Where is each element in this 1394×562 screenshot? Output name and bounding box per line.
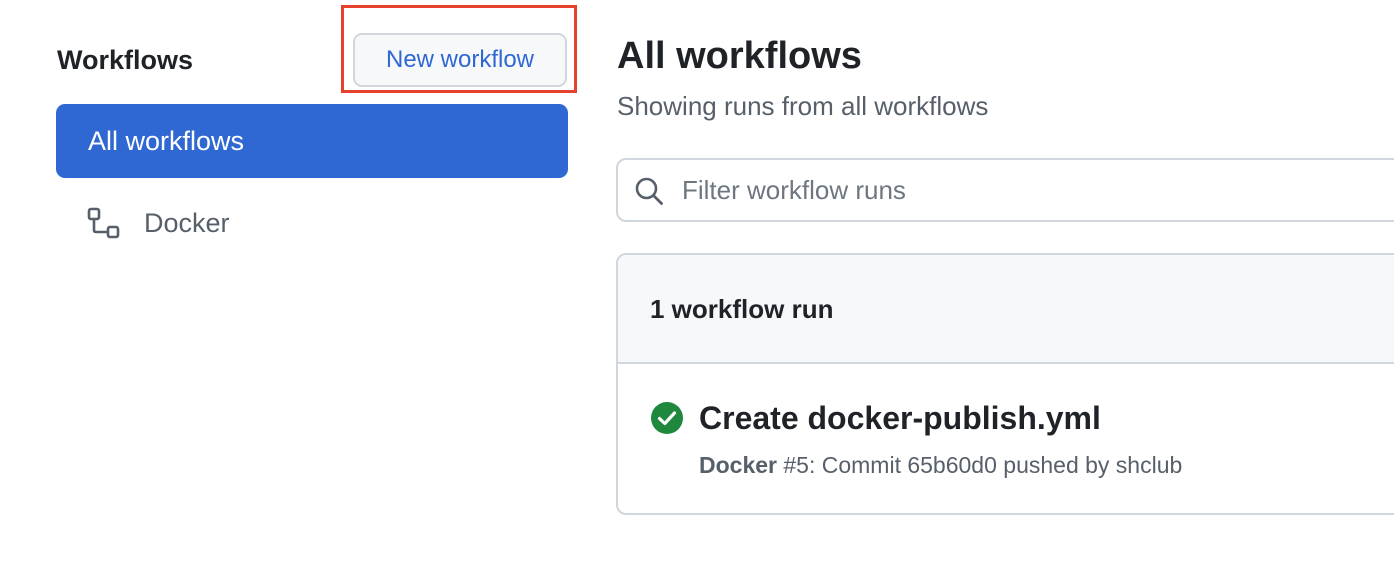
run-meta: Docker #5: Commit 65b60d0 pushed by shcl…: [699, 450, 1182, 480]
search-input[interactable]: [682, 168, 1382, 212]
run-title-link[interactable]: Create docker-publish.yml: [699, 398, 1101, 438]
sidebar-title: Workflows: [57, 45, 194, 75]
workflow-run-row[interactable]: Create docker-publish.yml Docker #5: Com…: [618, 364, 1394, 513]
check-circle-icon: [651, 402, 683, 434]
page-subtitle: Showing runs from all workflows: [617, 91, 989, 121]
page-title: All workflows: [617, 35, 862, 77]
search-field[interactable]: [616, 158, 1394, 222]
sidebar-item-docker[interactable]: Docker: [56, 186, 568, 260]
workflow-runs-list: 1 workflow run Create docker-publish.yml…: [616, 253, 1394, 515]
sidebar-item-label: All workflows: [88, 126, 245, 156]
runs-header: 1 workflow run: [618, 255, 1394, 364]
new-workflow-button[interactable]: New workflow: [353, 33, 567, 87]
workflow-icon: [87, 207, 120, 239]
run-detail: #5: Commit 65b60d0 pushed by shclub: [776, 452, 1183, 478]
sidebar-item-all-workflows[interactable]: All workflows: [56, 104, 568, 178]
run-workflow-name[interactable]: Docker: [699, 452, 777, 478]
sidebar-item-label: Docker: [144, 208, 230, 238]
runs-count: 1 workflow run: [650, 294, 834, 324]
search-icon: [635, 177, 663, 205]
